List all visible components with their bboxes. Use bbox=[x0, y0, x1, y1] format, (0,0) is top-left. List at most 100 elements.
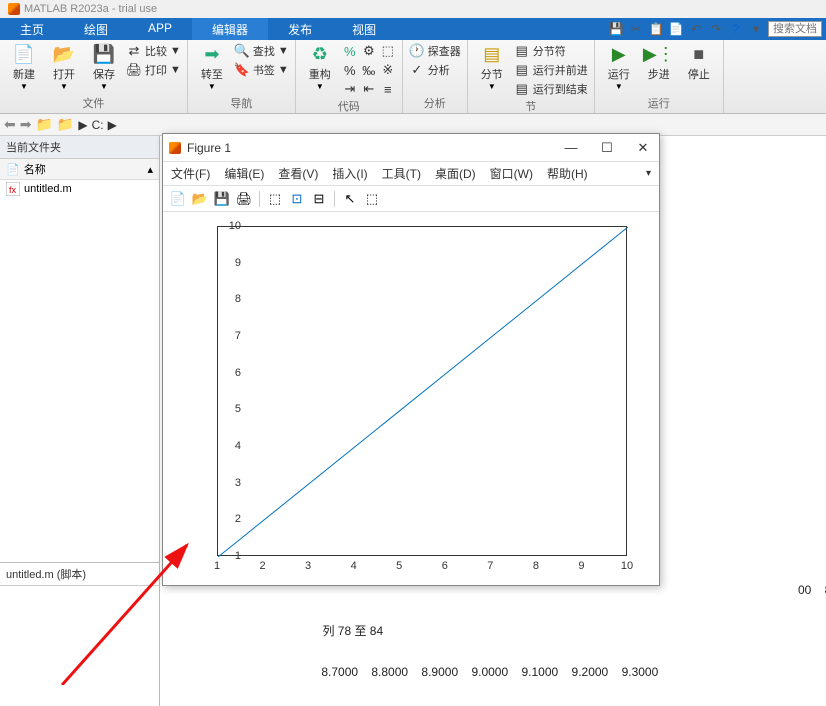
more-icon[interactable]: ▾ bbox=[748, 21, 764, 37]
cut-icon[interactable]: ✂ bbox=[628, 21, 644, 37]
rotate-icon[interactable]: ⬚ bbox=[266, 190, 284, 208]
explorer-button[interactable]: 🕐探查器 bbox=[409, 42, 461, 60]
menu-window[interactable]: 窗口(W) bbox=[490, 165, 533, 182]
figure-menubar: 文件(F) 编辑(E) 查看(V) 插入(I) 工具(T) 桌面(D) 窗口(W… bbox=[163, 162, 659, 186]
file-item-untitled[interactable]: fx untitled.m bbox=[0, 180, 159, 198]
paste-icon[interactable]: 📄 bbox=[668, 21, 684, 37]
tab-view[interactable]: 视图 bbox=[332, 18, 396, 40]
run-button[interactable]: ▶运行▼ bbox=[601, 42, 637, 91]
x-tick: 6 bbox=[442, 560, 448, 572]
current-folder-panel: 当前文件夹 📄 名称 ▴ fx untitled.m untitled.m (脚… bbox=[0, 136, 160, 706]
menu-file[interactable]: 文件(F) bbox=[171, 165, 210, 182]
y-tick: 1 bbox=[235, 550, 241, 562]
path-drive[interactable]: C: bbox=[92, 118, 104, 132]
file-list: fx untitled.m bbox=[0, 180, 159, 562]
up-folder-icon[interactable]: 📁 bbox=[57, 116, 74, 133]
x-tick: 3 bbox=[305, 560, 311, 572]
x-tick: 8 bbox=[533, 560, 539, 572]
new-button[interactable]: 📄新建▼ bbox=[6, 42, 42, 91]
axes[interactable] bbox=[217, 226, 627, 556]
find-button[interactable]: 🔍查找 ▼ bbox=[234, 42, 289, 60]
menu-help[interactable]: 帮助(H) bbox=[547, 165, 588, 182]
group-run-label: 运行 bbox=[648, 95, 670, 111]
figure-window[interactable]: Figure 1 — ☐ ✕ 文件(F) 编辑(E) 查看(V) 插入(I) 工… bbox=[162, 133, 660, 586]
datacursor-icon[interactable]: ⊡ bbox=[288, 190, 306, 208]
sort-icon: ▴ bbox=[147, 163, 153, 176]
help-icon[interactable]: ? bbox=[728, 21, 744, 37]
y-tick: 6 bbox=[235, 367, 241, 379]
group-code-label: 代码 bbox=[338, 98, 360, 114]
folder-icon[interactable]: 📁 bbox=[35, 116, 52, 133]
x-tick: 10 bbox=[621, 560, 633, 572]
tab-app[interactable]: APP bbox=[128, 18, 192, 40]
menu-insert[interactable]: 插入(I) bbox=[332, 165, 367, 182]
app-titlebar: MATLAB R2023a - trial use bbox=[0, 0, 826, 18]
save-button[interactable]: 💾保存▼ bbox=[86, 42, 122, 91]
open-fig-icon[interactable]: 📂 bbox=[191, 190, 209, 208]
figure-titlebar[interactable]: Figure 1 — ☐ ✕ bbox=[163, 134, 659, 162]
close-button[interactable]: ✕ bbox=[633, 140, 653, 156]
app-title: MATLAB R2023a - trial use bbox=[24, 3, 157, 15]
step-button[interactable]: ▶⋮步进 bbox=[641, 42, 677, 82]
y-tick: 10 bbox=[229, 220, 241, 232]
nav-fwd-icon[interactable]: ➡ bbox=[20, 116, 32, 133]
compare-button[interactable]: ⇄比较 ▼ bbox=[126, 42, 181, 60]
insert-percent-button[interactable]: %⚙⬚ bbox=[342, 42, 396, 60]
y-tick: 8 bbox=[235, 293, 241, 305]
run-advance-button[interactable]: ▤运行并前进 bbox=[514, 61, 588, 79]
path-sep: ▶ bbox=[78, 118, 87, 132]
undo-icon[interactable]: ↶ bbox=[688, 21, 704, 37]
section-break-button[interactable]: ▤分节符 bbox=[514, 42, 588, 60]
tab-editor[interactable]: 编辑器 bbox=[192, 18, 268, 40]
separator2 bbox=[334, 191, 335, 207]
print-button[interactable]: 🖨打印 ▼ bbox=[126, 61, 181, 79]
goto-button[interactable]: ➡转至▼ bbox=[194, 42, 230, 91]
file-type-icon: 📄 bbox=[6, 163, 20, 176]
section-button[interactable]: ▤分节▼ bbox=[474, 42, 510, 91]
x-tick: 7 bbox=[487, 560, 493, 572]
menu-more-icon[interactable]: ▾ bbox=[646, 168, 651, 179]
group-nav-label: 导航 bbox=[230, 95, 252, 111]
brush-icon[interactable]: ⬚ bbox=[363, 190, 381, 208]
x-tick: 2 bbox=[259, 560, 265, 572]
y-tick: 2 bbox=[235, 513, 241, 525]
menu-edit[interactable]: 编辑(E) bbox=[224, 165, 264, 182]
bookmark-button[interactable]: 🔖书签 ▼ bbox=[234, 61, 289, 79]
analysis-button[interactable]: ✓分析 bbox=[409, 61, 461, 79]
mfile-icon: fx bbox=[6, 182, 20, 196]
tab-publish[interactable]: 发布 bbox=[268, 18, 332, 40]
menu-view[interactable]: 查看(V) bbox=[278, 165, 318, 182]
separator bbox=[259, 191, 260, 207]
tab-home[interactable]: 主页 bbox=[0, 18, 64, 40]
new-fig-icon[interactable]: 📄 bbox=[169, 190, 187, 208]
search-doc-input[interactable] bbox=[768, 21, 822, 37]
refactor-button[interactable]: ♻重构▼ bbox=[302, 42, 338, 91]
pointer-icon[interactable]: ↖ bbox=[341, 190, 359, 208]
y-tick: 3 bbox=[235, 477, 241, 489]
save-icon[interactable]: 💾 bbox=[608, 21, 624, 37]
menu-tools[interactable]: 工具(T) bbox=[382, 165, 421, 182]
indent-button[interactable]: ⇥⇤≡ bbox=[342, 80, 396, 98]
copy-icon[interactable]: 📋 bbox=[648, 21, 664, 37]
plot-line bbox=[218, 227, 628, 557]
column-header[interactable]: 📄 名称 ▴ bbox=[0, 159, 159, 180]
save-fig-icon[interactable]: 💾 bbox=[213, 190, 231, 208]
y-tick: 5 bbox=[235, 403, 241, 415]
y-tick: 9 bbox=[235, 257, 241, 269]
redo-icon[interactable]: ↷ bbox=[708, 21, 724, 37]
figure-canvas[interactable]: 12345678910 12345678910 bbox=[163, 212, 659, 585]
open-button[interactable]: 📂打开▼ bbox=[46, 42, 82, 91]
maximize-button[interactable]: ☐ bbox=[597, 140, 617, 156]
print-fig-icon[interactable]: 🖨 bbox=[235, 190, 253, 208]
menu-desktop[interactable]: 桌面(D) bbox=[435, 165, 476, 182]
tab-plot[interactable]: 绘图 bbox=[64, 18, 128, 40]
run-to-end-button[interactable]: ▤运行到结束 bbox=[514, 80, 588, 98]
link-icon[interactable]: ⊟ bbox=[310, 190, 328, 208]
comment-button[interactable]: %‰※ bbox=[342, 61, 396, 79]
figure-toolbar: 📄 📂 💾 🖨 ⬚ ⊡ ⊟ ↖ ⬚ bbox=[163, 186, 659, 212]
panel-header: 当前文件夹 bbox=[0, 136, 159, 159]
minimize-button[interactable]: — bbox=[561, 140, 581, 156]
group-file-label: 文件 bbox=[82, 95, 104, 111]
stop-button[interactable]: ■停止 bbox=[681, 42, 717, 82]
nav-back-icon[interactable]: ⬅ bbox=[4, 116, 16, 133]
